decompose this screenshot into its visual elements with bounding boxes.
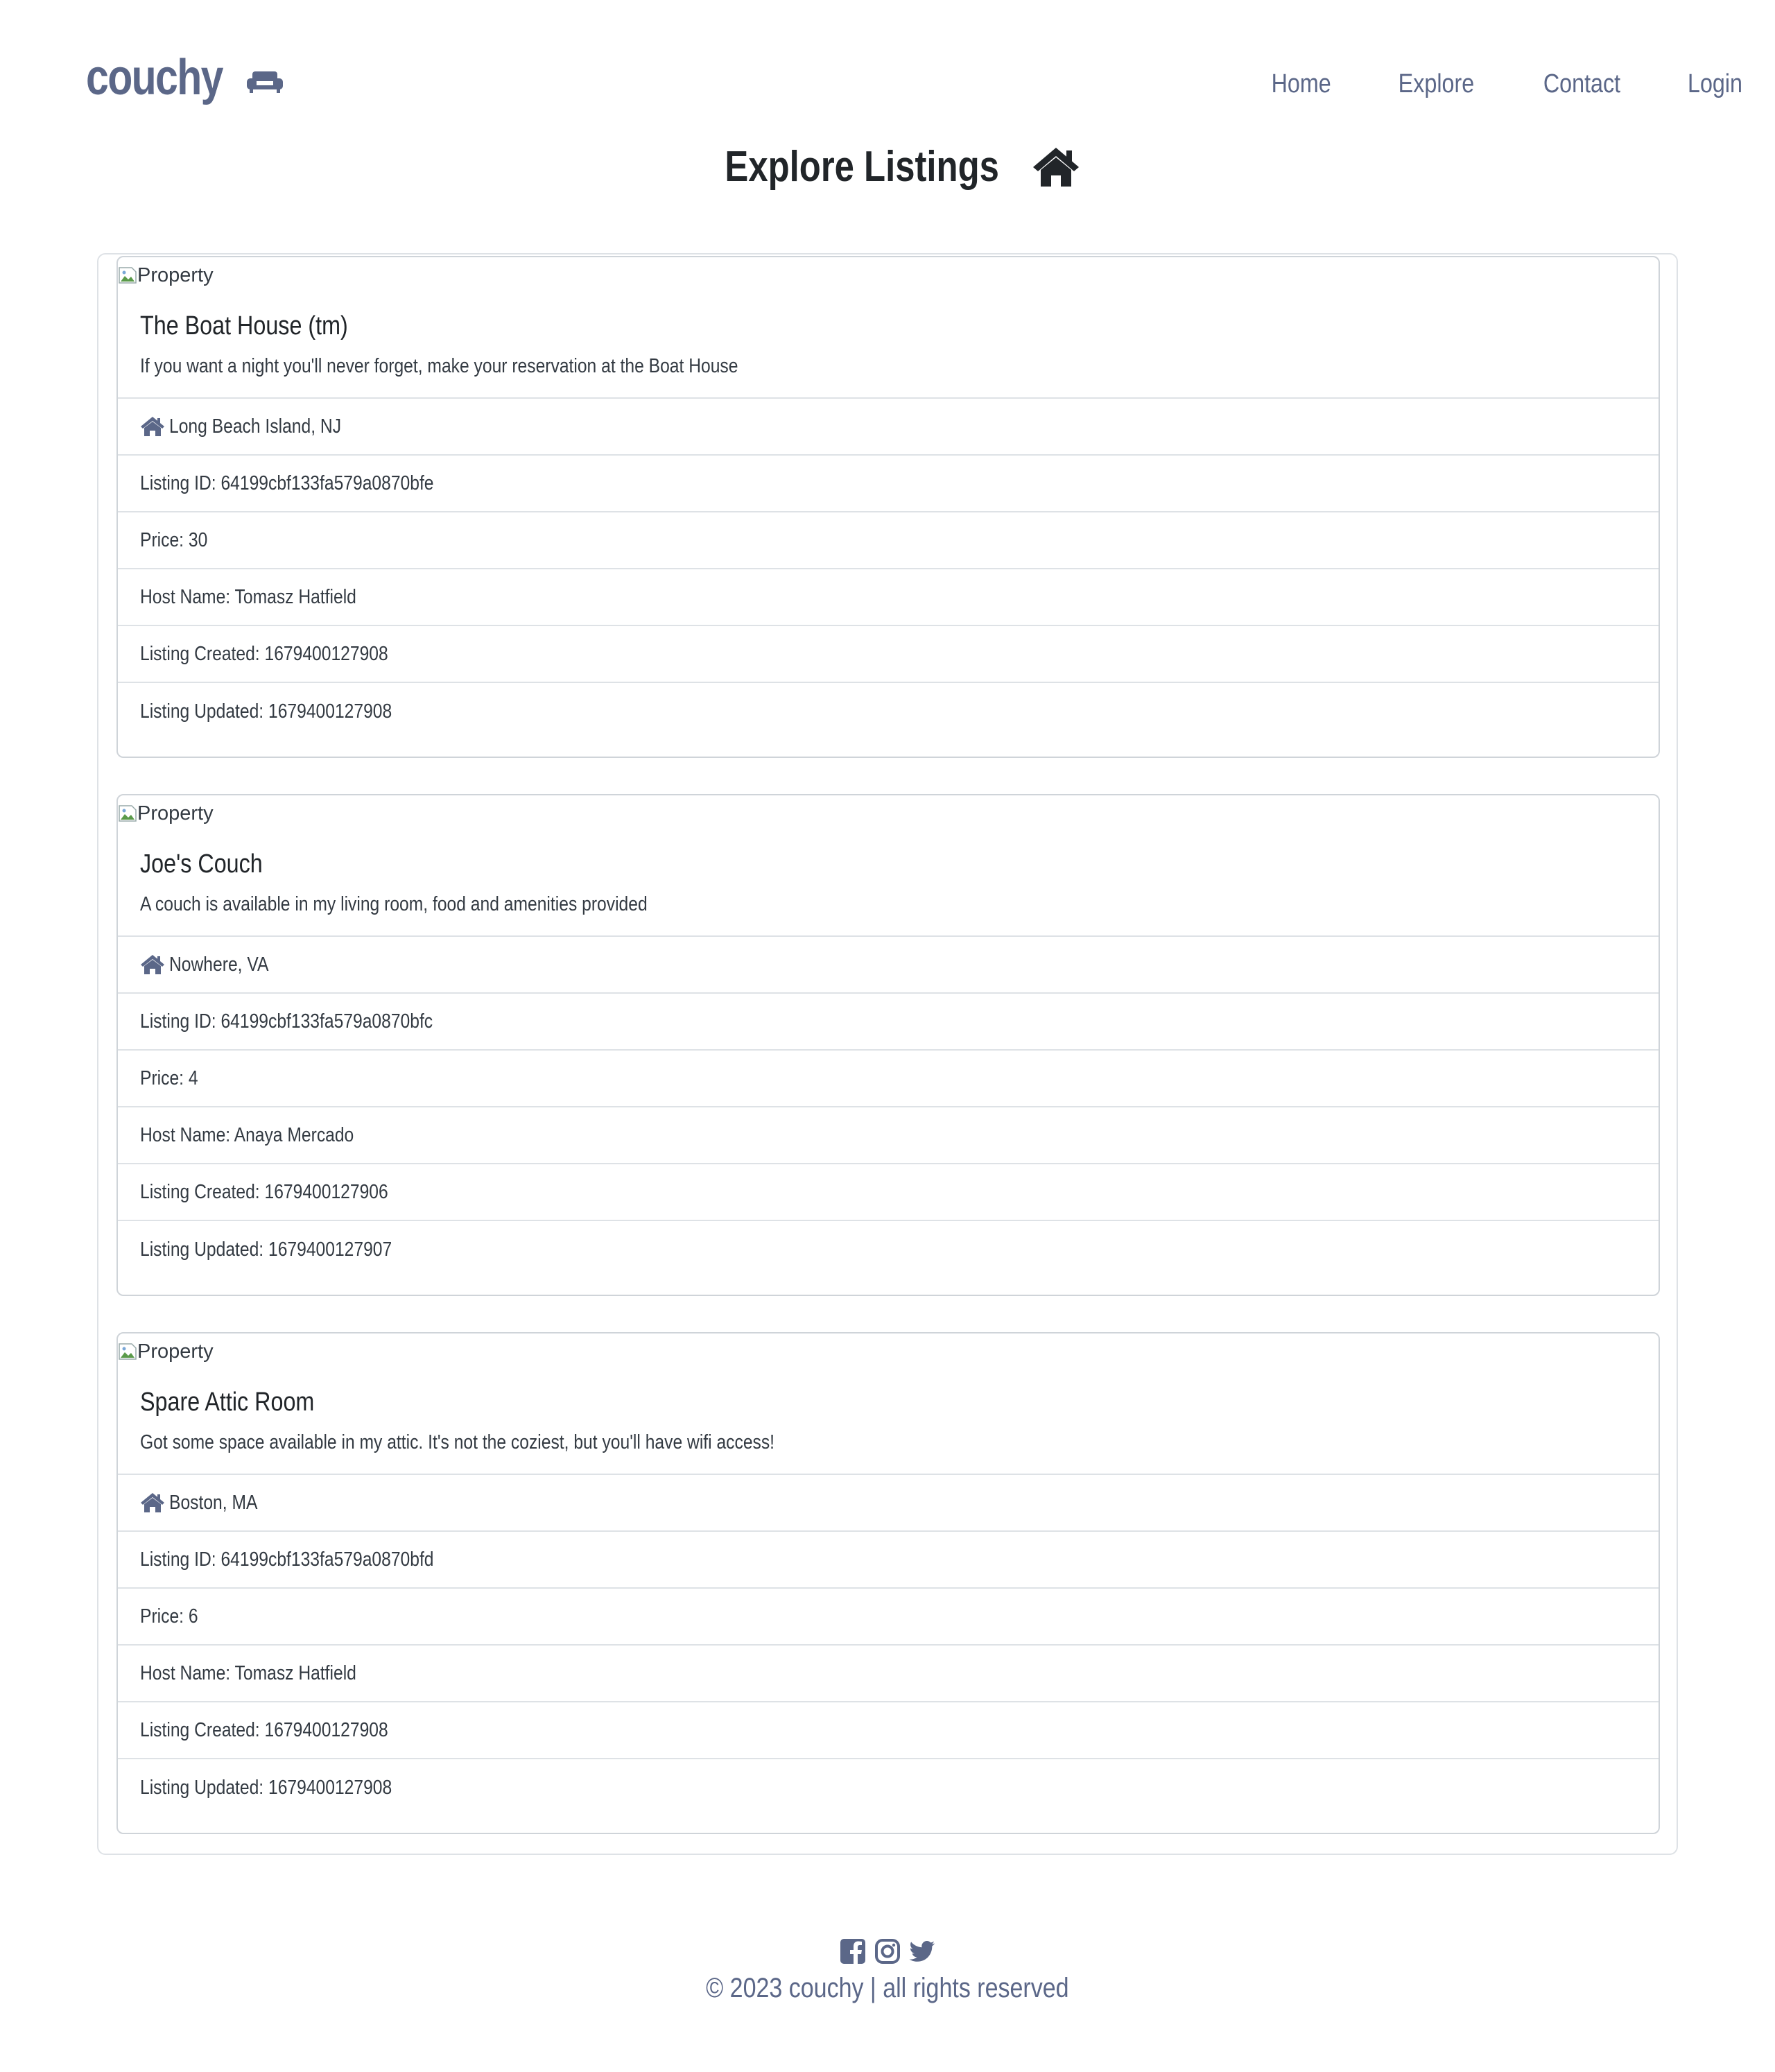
page-title-text: Explore Listings: [725, 143, 999, 191]
listing-host: Host Name: Anaya Mercado: [118, 1107, 1659, 1164]
listing-description: A couch is available in my living room, …: [140, 893, 648, 915]
listing-created-text: Listing Created: 1679400127906: [140, 1180, 388, 1203]
listing-location-text: Nowhere, VA: [169, 953, 269, 976]
listing-host-text: Host Name: Tomasz Hatfield: [140, 585, 356, 608]
listing-updated: Listing Updated: 1679400127907: [118, 1221, 1659, 1278]
listing-id-text: Listing ID: 64199cbf133fa579a0870bfd: [140, 1548, 434, 1571]
listing-price-text: Price: 6: [140, 1605, 198, 1628]
nav-links: Home Explore Contact Login: [1211, 69, 1747, 99]
nav-explore-link[interactable]: Explore: [1399, 69, 1475, 99]
listing-image: Property: [118, 257, 1659, 289]
listing-image: Property: [118, 795, 1659, 827]
listing-image: Property: [118, 1333, 1659, 1365]
listing-updated-text: Listing Updated: 1679400127908: [140, 1776, 392, 1799]
listing-price-text: Price: 30: [140, 528, 208, 551]
listing-updated-text: Listing Updated: 1679400127907: [140, 1238, 392, 1261]
listing-location-text: Long Beach Island, NJ: [169, 415, 342, 438]
listing-image-alt-text: Property: [137, 1340, 214, 1363]
listing-created-text: Listing Created: 1679400127908: [140, 642, 388, 665]
listing-title: Joe's Couch: [140, 849, 263, 879]
listing-image-alt-text: Property: [137, 802, 214, 825]
listing-title: Spare Attic Room: [140, 1388, 315, 1417]
instagram-icon[interactable]: [874, 1938, 901, 1965]
home-icon: [1033, 147, 1080, 187]
nav-login-link[interactable]: Login: [1688, 69, 1742, 99]
listing-host-text: Host Name: Anaya Mercado: [140, 1123, 354, 1146]
nav-contact-link[interactable]: Contact: [1543, 69, 1620, 99]
listing-created-text: Listing Created: 1679400127908: [140, 1718, 388, 1741]
listing-updated-text: Listing Updated: 1679400127908: [140, 700, 392, 723]
social-links: [0, 1938, 1775, 1965]
listing-location: Boston, MA: [118, 1475, 1659, 1532]
listing-image-alt-text: Property: [137, 264, 214, 286]
listing-id: Listing ID: 64199cbf133fa579a0870bfd: [118, 1532, 1659, 1589]
listing-updated: Listing Updated: 1679400127908: [118, 1759, 1659, 1816]
facebook-icon[interactable]: [840, 1938, 866, 1965]
home-icon: [141, 417, 164, 436]
listing-created: Listing Created: 1679400127906: [118, 1164, 1659, 1221]
listing-location: Nowhere, VA: [118, 937, 1659, 994]
listing-card: Property The Boat House (tm) If you want…: [116, 256, 1660, 758]
listing-card: Property Joe's Couch A couch is availabl…: [116, 794, 1660, 1296]
listing-created: Listing Created: 1679400127908: [118, 1702, 1659, 1759]
page-title: Explore Listings: [0, 142, 1775, 191]
listings-container: Property The Boat House (tm) If you want…: [97, 253, 1678, 1855]
broken-image-icon: [119, 805, 137, 822]
home-icon: [141, 955, 164, 974]
listing-card: Property Spare Attic Room Got some space…: [116, 1332, 1660, 1834]
copyright-text: © 2023 couchy | all rights reserved: [706, 1973, 1069, 2003]
listing-title: The Boat House (tm): [140, 311, 348, 340]
broken-image-icon: [119, 267, 137, 284]
listing-id: Listing ID: 64199cbf133fa579a0870bfc: [118, 994, 1659, 1051]
listing-price-text: Price: 4: [140, 1067, 198, 1089]
brand-logo-link[interactable]: couchy: [86, 50, 284, 105]
home-icon: [141, 1493, 164, 1512]
listing-host: Host Name: Tomasz Hatfield: [118, 569, 1659, 626]
listing-host-text: Host Name: Tomasz Hatfield: [140, 1661, 356, 1684]
listing-price: Price: 30: [118, 512, 1659, 569]
listing-created: Listing Created: 1679400127908: [118, 626, 1659, 683]
twitter-icon[interactable]: [909, 1938, 935, 1965]
listing-location-text: Boston, MA: [169, 1491, 258, 1514]
listing-description: If you want a night you'll never forget,…: [140, 355, 738, 377]
listing-host: Host Name: Tomasz Hatfield: [118, 1646, 1659, 1702]
listing-price: Price: 4: [118, 1051, 1659, 1107]
listing-id: Listing ID: 64199cbf133fa579a0870bfe: [118, 456, 1659, 512]
listing-description: Got some space available in my attic. It…: [140, 1431, 775, 1453]
couch-icon: [247, 71, 284, 93]
listing-updated: Listing Updated: 1679400127908: [118, 683, 1659, 740]
navbar: couchy Home Explore Contact Login: [0, 0, 1775, 139]
listing-id-text: Listing ID: 64199cbf133fa579a0870bfe: [140, 472, 434, 494]
listing-card-body: The Boat House (tm) If you want a night …: [118, 289, 1659, 399]
footer: © 2023 couchy | all rights reserved: [0, 1938, 1775, 2004]
nav-home-link[interactable]: Home: [1271, 69, 1331, 99]
brand-name: couchy: [86, 50, 224, 105]
listing-location: Long Beach Island, NJ: [118, 399, 1659, 456]
broken-image-icon: [119, 1343, 137, 1360]
listing-price: Price: 6: [118, 1589, 1659, 1646]
listing-card-body: Spare Attic Room Got some space availabl…: [118, 1365, 1659, 1475]
listing-id-text: Listing ID: 64199cbf133fa579a0870bfc: [140, 1010, 433, 1033]
listing-card-body: Joe's Couch A couch is available in my l…: [118, 827, 1659, 937]
